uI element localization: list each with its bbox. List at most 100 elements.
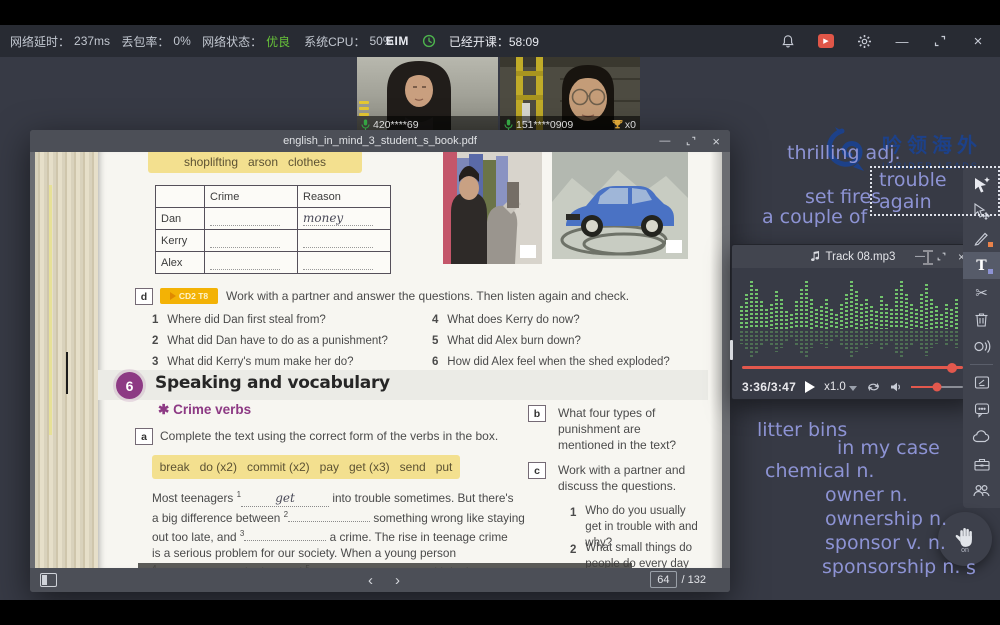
section-title: Speaking and vocabulary [155, 373, 390, 393]
progress-knob[interactable] [947, 363, 957, 373]
fullscreen-button[interactable] [932, 33, 948, 49]
wordbox-crimes: shoplifting arson clothes [148, 152, 362, 173]
student-video[interactable]: 151****0909 x0 [500, 57, 640, 133]
pdf-page-view[interactable]: shoplifting arson clothes [30, 152, 730, 568]
shoplifting-illustration [443, 152, 542, 264]
pdf-footer-bar: ‹ › 64 / 132 [30, 568, 730, 592]
question-3: 3 What did Kerry's mum make her do? [152, 352, 354, 370]
record-icon[interactable]: ▶ [818, 33, 834, 49]
exercise-c-label: c [528, 462, 546, 479]
question-5: 5 What did Alex burn down? [432, 331, 581, 349]
music-note-icon [810, 251, 820, 262]
minimize-button[interactable]: — [894, 33, 910, 49]
trophy-count: x0 [625, 119, 636, 131]
volume-knob[interactable] [932, 383, 941, 392]
toolbar-divider [970, 364, 993, 365]
loss-value: 0% [173, 34, 190, 48]
hand-button-label: on [961, 547, 969, 554]
net-status-value: 优良 [266, 33, 290, 50]
pdf-viewer-window: english_in_mind_3_student_s_book.pdf — ×… [30, 130, 730, 592]
net-status-label: 网络状态： [202, 33, 262, 50]
current-page-input[interactable]: 64 [650, 571, 676, 588]
whiteboard-icon[interactable] [963, 369, 1000, 396]
pdf-close-button[interactable]: × [712, 134, 720, 149]
picture-label [520, 245, 536, 258]
audio-track-tag: CD2 T8 [160, 288, 218, 304]
play-button[interactable] [805, 381, 815, 393]
audio-title-bar[interactable]: Track 08.mp3 — × [732, 245, 973, 268]
latency-value: 237ms [74, 34, 110, 48]
annotation-word[interactable]: a couple of [762, 206, 867, 228]
wordbox-verbs: break do (x2) commit (x2) pay get (x3) s… [152, 455, 460, 479]
progress-bar[interactable] [742, 366, 963, 369]
col-reason: Reason [298, 186, 391, 208]
prev-page-button[interactable]: ‹ [368, 572, 373, 589]
exercise-b-label: b [528, 405, 546, 422]
exercise-a-instruction: Complete the text using the correct form… [160, 429, 580, 443]
text-cursor-icon [923, 250, 933, 265]
annotation-word[interactable]: s [966, 557, 976, 579]
col-crime: Crime [205, 186, 298, 208]
question-6: 6 How did Alex feel when the shed explod… [432, 352, 670, 370]
audio-player-window: Track 08.mp3 — × 3:36/3:47 x1.0 [731, 244, 974, 400]
audio-fullscreen-button[interactable] [937, 252, 946, 261]
annotation-toolbar: T ✂ [963, 167, 1000, 508]
annotation-word[interactable]: sponsorship n. [822, 556, 960, 578]
trash-icon[interactable] [963, 306, 1000, 333]
section-number-badge: 6 [116, 372, 143, 399]
latency-label: 网络延时： [10, 33, 70, 50]
annotation-stroke [66, 352, 68, 394]
player-drag-handle[interactable] [730, 340, 733, 360]
next-page-button[interactable]: › [395, 572, 400, 589]
loop-icon[interactable] [866, 381, 881, 393]
annotation-word[interactable]: chemical n. [765, 460, 874, 482]
pdf-title: english_in_mind_3_student_s_book.pdf [283, 135, 477, 147]
bell-icon[interactable] [780, 33, 796, 49]
clock-icon [422, 34, 436, 48]
pdf-title-bar[interactable]: english_in_mind_3_student_s_book.pdf — × [30, 130, 730, 152]
audio-level-indicator [359, 101, 369, 116]
exercise-d-label: d [135, 288, 153, 305]
question-4: 4 What does Kerry do now? [432, 310, 580, 328]
cpu-label: 系统CPU： [304, 33, 365, 50]
annotation-word[interactable]: thrilling adj. [787, 142, 901, 164]
annotation-word[interactable]: owner n. [825, 484, 908, 506]
volume-slider[interactable] [911, 386, 963, 388]
volume-icon[interactable] [890, 381, 902, 393]
cloud-icon[interactable] [963, 423, 1000, 450]
chevron-down-icon [849, 386, 857, 391]
exercise-b-text: What four types of punishment are mentio… [558, 405, 682, 453]
exercise-c-text: Work with a partner and discuss the ques… [558, 462, 708, 494]
pdf-fullscreen-button[interactable] [686, 136, 696, 146]
annotation-word[interactable]: in my case [837, 437, 940, 459]
trophy-icon [612, 119, 623, 130]
annotation-word-selected[interactable]: trouble again [870, 166, 1000, 216]
cloze-paragraph: Most teenagers 1get into trouble sometim… [152, 487, 525, 568]
text-tool-icon[interactable]: T [963, 252, 1000, 279]
annotation-word[interactable]: ownership n. [825, 508, 947, 530]
speed-selector[interactable]: x1.0 [824, 381, 857, 393]
class-timer: 已经开课：58:09 [449, 33, 539, 50]
annotation-word[interactable]: set fires [805, 186, 881, 208]
thumbnails-toggle-icon[interactable] [40, 573, 57, 587]
pdf-minimize-button[interactable]: — [659, 135, 670, 147]
settings-gear-icon[interactable] [856, 33, 872, 49]
chat-icon[interactable] [963, 396, 1000, 423]
waveform [740, 277, 965, 359]
teacher-video[interactable]: 420****69 [357, 57, 498, 133]
close-button[interactable]: × [970, 33, 986, 49]
annotation-word[interactable]: litter bins [757, 419, 847, 441]
window-controls: ▶ — × [780, 25, 986, 57]
app-window: 网络延时：237ms 丢包率：0% 网络状态： 优良 系统CPU：50% EIM… [0, 0, 1000, 625]
hand-icon [953, 525, 977, 549]
exercise-a-label: a [135, 428, 153, 445]
picture-label [666, 240, 682, 253]
pen-tool-icon[interactable] [963, 225, 1000, 252]
ripple-broadcast-icon[interactable] [963, 333, 1000, 360]
annotation-word[interactable]: sponsor v. n. [825, 532, 946, 554]
participants-icon[interactable] [963, 477, 1000, 504]
scissors-icon[interactable]: ✂ [963, 279, 1000, 306]
book-page: shoplifting arson clothes [98, 152, 722, 568]
toolbox-icon[interactable] [963, 450, 1000, 477]
time-display: 3:36/3:47 [742, 380, 796, 394]
